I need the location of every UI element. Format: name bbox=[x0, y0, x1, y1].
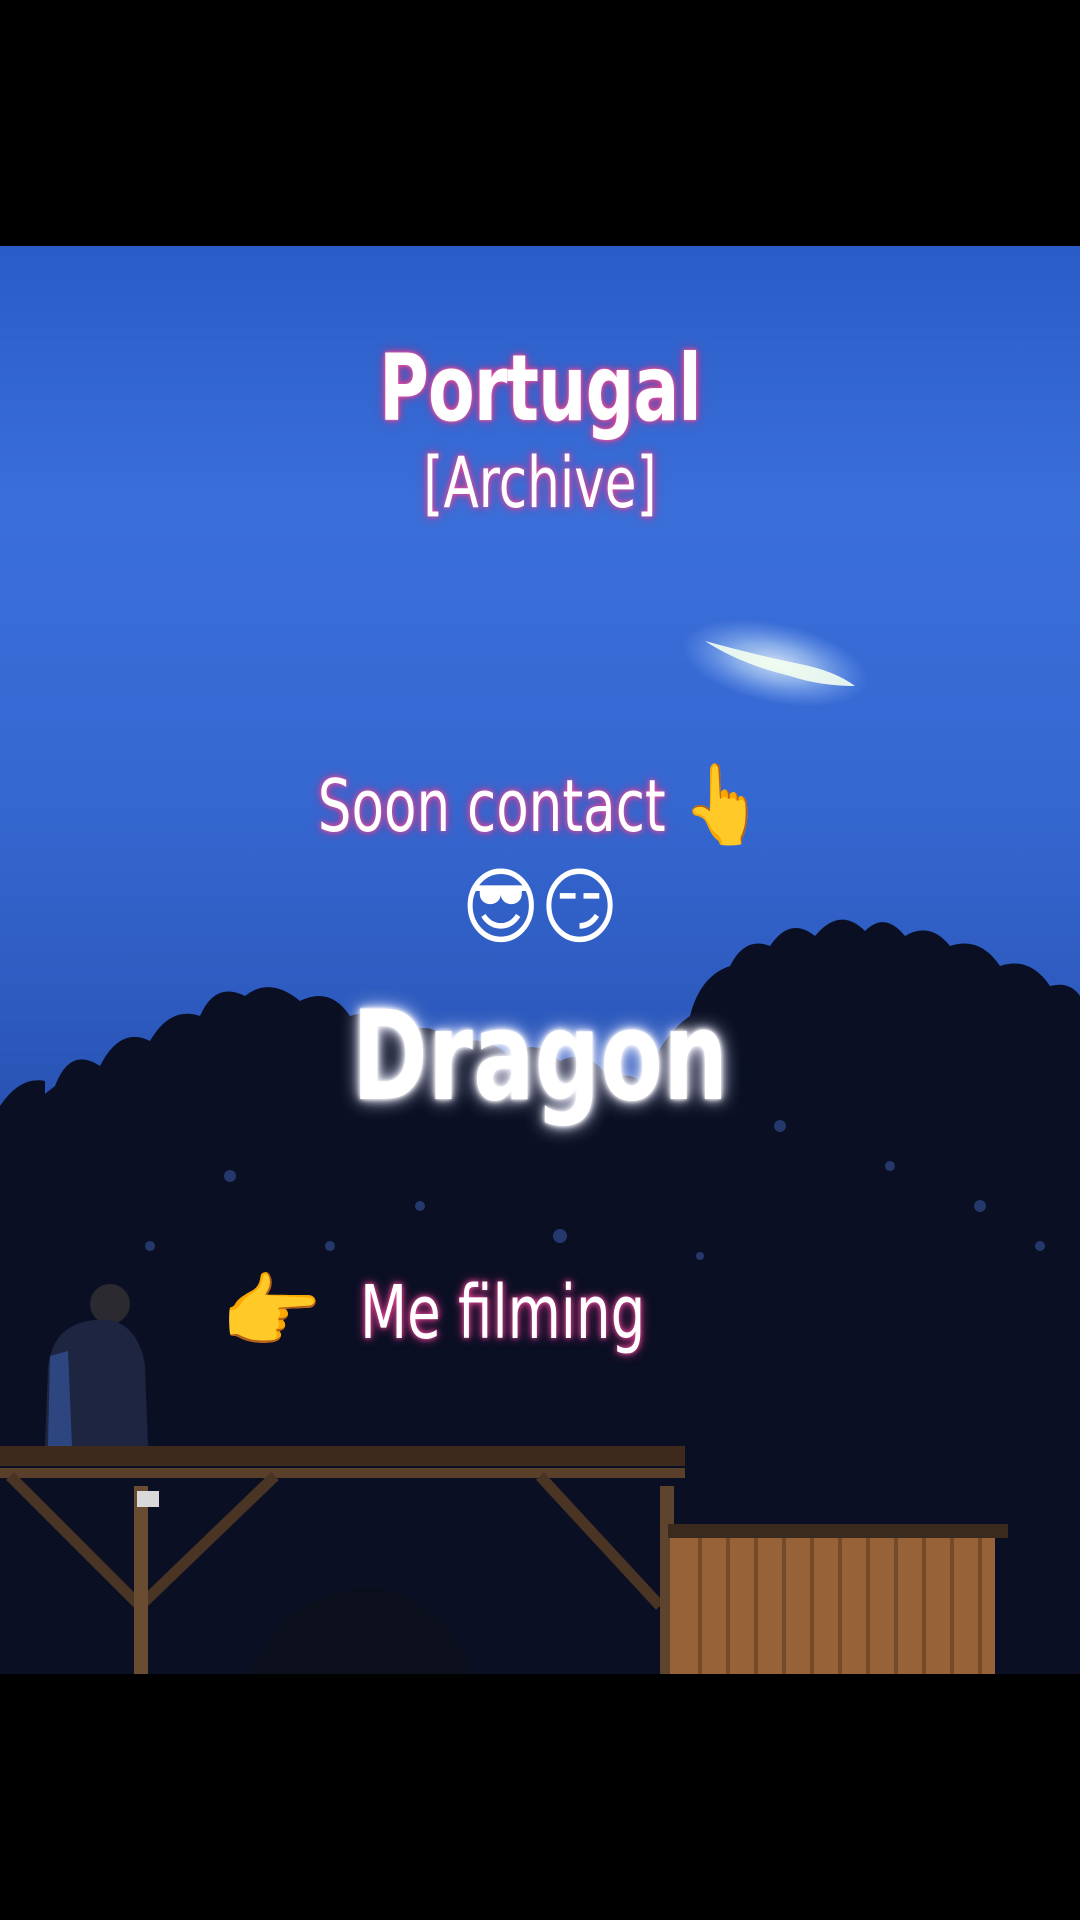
pointing-up-icon: 👆 bbox=[682, 760, 763, 850]
pointing-right-icon: 👉 bbox=[220, 1265, 323, 1360]
video-frame: Portugal [Archive] Soon contact 👆 😎😏 Dra… bbox=[0, 0, 1080, 1920]
caption-me-filming: 👉 Me filming bbox=[220, 1265, 708, 1361]
caption-title: Portugal bbox=[379, 335, 702, 442]
caption-headline: Dragon bbox=[351, 985, 729, 1129]
caption-soon-contact: Soon contact 👆 bbox=[97, 760, 983, 851]
soon-contact-text: Soon contact bbox=[317, 764, 666, 848]
emoji-faces: 😎😏 bbox=[461, 858, 619, 956]
me-filming-text: Me filming bbox=[360, 1270, 646, 1356]
sky-object bbox=[681, 619, 869, 707]
caption-subtitle: [Archive] bbox=[423, 442, 657, 524]
wooden-shed bbox=[668, 1524, 1008, 1674]
